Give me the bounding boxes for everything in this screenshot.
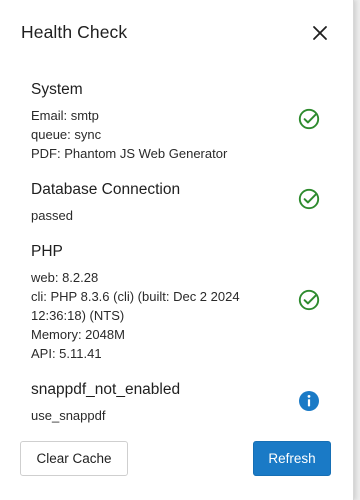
php-api: API: 5.11.41 bbox=[31, 346, 102, 361]
check-circle-icon bbox=[297, 107, 321, 131]
check-circle-icon bbox=[297, 187, 321, 211]
section-title-snappdf: snappdf_not_enabled bbox=[31, 381, 181, 398]
php-cli-version: cli: PHP 8.3.6 (cli) (built: Dec 2 2024 bbox=[31, 289, 240, 304]
refresh-button[interactable]: Refresh bbox=[253, 441, 331, 476]
php-web-version: web: 8.2.28 bbox=[31, 270, 99, 285]
section-snappdf: snappdf_not_enabled use_snappdf bbox=[31, 380, 321, 425]
php-memory: Memory: 2048M bbox=[31, 327, 125, 342]
clear-cache-button[interactable]: Clear Cache bbox=[20, 441, 128, 476]
close-button[interactable] bbox=[308, 21, 332, 45]
section-database: Database Connection passed bbox=[31, 180, 321, 225]
system-queue: queue: sync bbox=[31, 127, 102, 142]
system-email: Email: smtp bbox=[31, 108, 99, 123]
database-status: passed bbox=[31, 208, 73, 223]
section-system: System Email: smtp queue: sync PDF: Phan… bbox=[31, 80, 321, 163]
close-icon bbox=[313, 26, 327, 40]
modal-header: Health Check bbox=[0, 0, 354, 66]
section-title-php: PHP bbox=[31, 243, 63, 260]
health-check-modal: Health Check System Email: smtp queue: s… bbox=[0, 0, 354, 500]
section-php: PHP web: 8.2.28 cli: PHP 8.3.6 (cli) (bu… bbox=[31, 242, 321, 363]
modal-title: Health Check bbox=[21, 22, 128, 42]
php-cli-build: 12:36:18) (NTS) bbox=[31, 308, 125, 323]
snappdf-setting: use_snappdf bbox=[31, 408, 106, 423]
info-icon bbox=[297, 389, 321, 413]
section-title-system: System bbox=[31, 81, 83, 98]
system-pdf: PDF: Phantom JS Web Generator bbox=[31, 146, 228, 161]
section-title-database: Database Connection bbox=[31, 181, 181, 198]
check-circle-icon bbox=[297, 288, 321, 312]
